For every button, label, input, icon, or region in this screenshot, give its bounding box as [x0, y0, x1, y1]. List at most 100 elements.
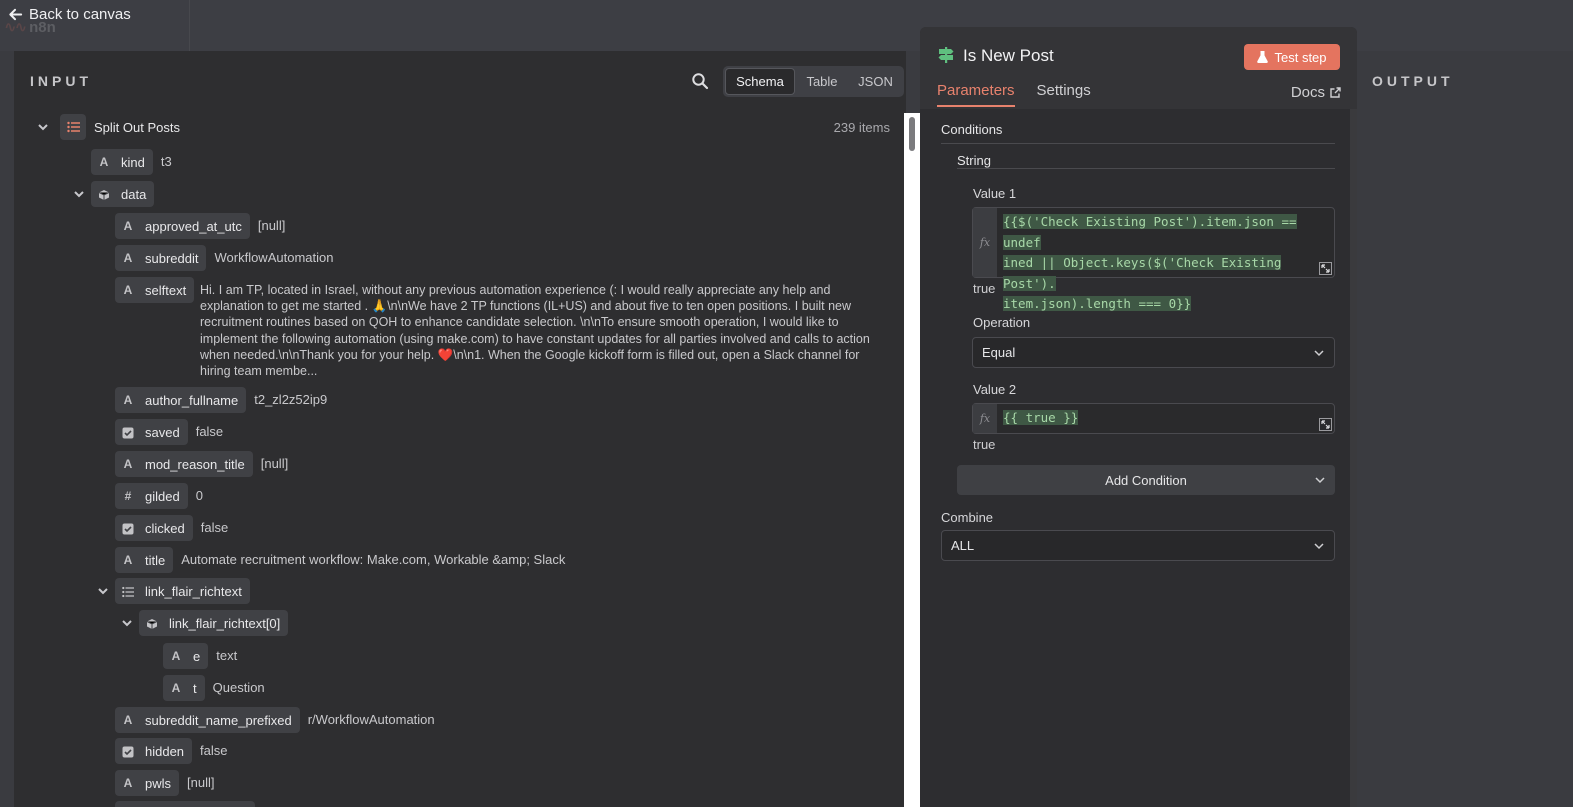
chevron-down-icon[interactable] [96, 584, 110, 598]
string-type-icon: A [171, 649, 181, 663]
flask-icon [1257, 51, 1269, 63]
field-pill[interactable]: At [163, 675, 205, 701]
field-value: false [200, 743, 228, 758]
operation-select[interactable]: Equal [972, 337, 1335, 368]
field-row-hidden: hidden false [115, 738, 228, 764]
string-type-icon: A [123, 251, 133, 265]
field-row-link-flair-richtext: link_flair_richtext [96, 578, 250, 604]
field-value: Automate recruitment workflow: Make.com,… [181, 552, 566, 567]
field-pill[interactable]: Akind [91, 149, 153, 175]
field-value: r/WorkflowAutomation [307, 712, 435, 727]
field-value: t2_zl2z52ip9 [254, 392, 328, 407]
chevron-down-icon[interactable] [72, 187, 86, 201]
divider [189, 0, 190, 51]
panel-scrollbar[interactable] [1350, 109, 1357, 807]
field-pill[interactable]: saved [115, 419, 188, 445]
field-pill[interactable]: Asubreddit [115, 245, 207, 271]
field-pill[interactable]: hidden [115, 738, 193, 764]
value2-label: Value 2 [973, 382, 1017, 397]
value1-expression-input[interactable]: fx {{$('Check Existing Post').item.json … [972, 207, 1335, 311]
field-row-author-fullname: Aauthor_fullname t2_zl2z52ip9 [115, 387, 327, 413]
field-pill[interactable]: link_flair_richtext [115, 578, 250, 604]
field-pill-partial [115, 801, 255, 807]
test-step-button[interactable]: Test step [1244, 44, 1340, 70]
field-pill[interactable]: Aauthor_fullname [115, 387, 247, 413]
add-condition-button[interactable]: Add Condition [957, 465, 1335, 495]
chevron-down-icon [1315, 477, 1325, 484]
field-row-title: Atitle Automate recruitment workflow: Ma… [115, 547, 565, 573]
tab-json[interactable]: JSON [849, 68, 902, 95]
value1-label: Value 1 [973, 186, 1017, 201]
scrollbar-track[interactable] [904, 113, 920, 807]
field-pill[interactable]: Aapproved_at_utc [115, 213, 250, 239]
chevron-down-icon[interactable] [36, 120, 50, 134]
checkbox-icon [121, 521, 135, 535]
input-panel: INPUT Schema Table JSON Split Out Posts … [14, 51, 920, 807]
cube-icon [145, 616, 159, 630]
field-row-t: At Question [163, 675, 265, 701]
chevron-down-icon[interactable] [120, 616, 134, 630]
root-name: Split Out Posts [94, 119, 180, 135]
conditions-label: Conditions [941, 122, 1003, 137]
root-pill[interactable]: Split Out Posts [60, 114, 180, 140]
chevron-down-icon [1314, 350, 1324, 357]
field-row-data: data [72, 181, 155, 207]
search-icon[interactable] [691, 72, 709, 90]
node-title: Is New Post [963, 46, 1054, 65]
field-value: [null] [257, 218, 286, 233]
field-row-clicked: clicked false [115, 515, 228, 541]
fx-icon: fx [973, 208, 997, 277]
string-type-icon: A [123, 776, 133, 790]
field-row-subreddit: Asubreddit WorkflowAutomation [115, 245, 333, 271]
cube-icon [97, 187, 111, 201]
tab-settings[interactable]: Settings [1037, 82, 1091, 107]
expand-icon[interactable] [1319, 418, 1332, 431]
field-value: [null] [260, 456, 289, 471]
checkbox-icon [121, 425, 135, 439]
field-value: text [216, 648, 238, 663]
back-label: Back to canvas [29, 6, 131, 23]
field-value: false [195, 424, 224, 439]
field-pill[interactable]: Apwls [115, 770, 180, 796]
field-pill[interactable]: data [91, 181, 155, 207]
field-value: WorkflowAutomation [214, 250, 334, 265]
expand-icon[interactable] [1319, 262, 1332, 275]
field-pill[interactable]: Atitle [115, 547, 174, 573]
field-pill[interactable]: Asubreddit_name_prefixed [115, 707, 300, 733]
item-count: 239 items [833, 119, 890, 135]
list-icon [60, 114, 86, 140]
string-type-icon: A [123, 553, 133, 567]
list-icon [121, 584, 135, 598]
field-pill[interactable]: Aselftext [115, 277, 195, 303]
output-title: OUTPUT [1372, 73, 1454, 89]
field-pill[interactable]: Amod_reason_title [115, 451, 253, 477]
scrollbar-thumb[interactable] [909, 117, 915, 151]
value2-expression-input[interactable]: fx {{ true }} [972, 403, 1335, 434]
field-pill[interactable]: # gilded [115, 483, 188, 509]
field-row-mod-reason-title: Amod_reason_title [null] [115, 451, 288, 477]
back-to-canvas-button[interactable]: Back to canvas [8, 6, 131, 23]
field-pill[interactable]: link_flair_richtext[0] [139, 610, 289, 636]
value1-result: true [973, 281, 996, 296]
node-settings-panel: Is New Post Test step Parameters Setting… [920, 27, 1357, 807]
field-value: Question [212, 680, 265, 695]
field-pill[interactable]: clicked [115, 515, 193, 541]
tab-schema[interactable]: Schema [725, 68, 795, 95]
field-row-e: Ae text [163, 643, 237, 669]
combine-select[interactable]: ALL [941, 530, 1335, 561]
field-row-kind: Akind t3 [91, 149, 172, 175]
field-pill[interactable]: Ae [163, 643, 209, 669]
field-row-selftext: Aselftext [115, 277, 195, 303]
field-row-pwls: Apwls [null] [115, 770, 214, 796]
string-type-icon: A [171, 681, 181, 695]
field-row-saved: saved false [115, 419, 223, 445]
tab-parameters[interactable]: Parameters [937, 82, 1015, 107]
string-type-icon: A [123, 457, 133, 471]
string-type-icon: A [123, 219, 133, 233]
string-type-icon: A [123, 283, 133, 297]
docs-link[interactable]: Docs [1291, 84, 1341, 101]
field-row-approved-at-utc: Aapproved_at_utc [null] [115, 213, 285, 239]
tab-table[interactable]: Table [795, 68, 849, 95]
field-row-link-flair-richtext-0: link_flair_richtext[0] [120, 610, 289, 636]
value2-result: true [973, 437, 996, 452]
